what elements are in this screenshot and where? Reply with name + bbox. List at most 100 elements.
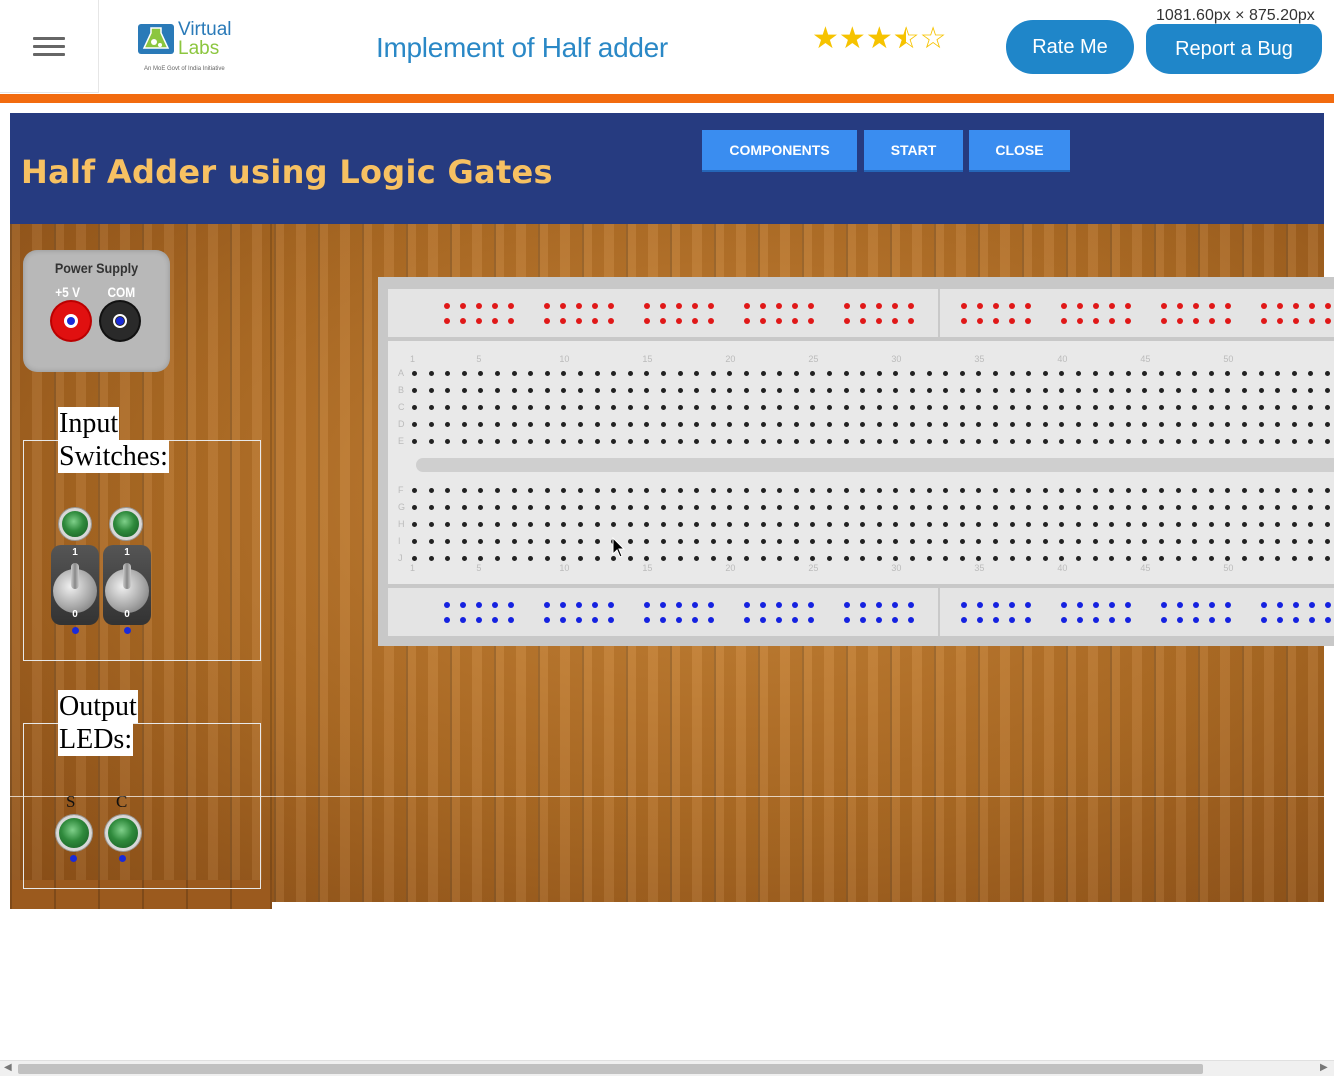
breadboard-hole[interactable] bbox=[910, 405, 915, 410]
breadboard-hole[interactable] bbox=[1225, 405, 1231, 410]
breadboard-hole[interactable] bbox=[1009, 405, 1015, 410]
breadboard-hole[interactable] bbox=[1092, 522, 1098, 527]
breadboard-hole[interactable] bbox=[1059, 371, 1065, 376]
breadboard-hole[interactable] bbox=[1092, 405, 1098, 410]
breadboard-hole[interactable] bbox=[661, 522, 666, 527]
input-switch-b[interactable]: 1 0 bbox=[103, 545, 151, 625]
breadboard-hole[interactable] bbox=[412, 522, 417, 527]
breadboard-hole[interactable] bbox=[1009, 505, 1015, 510]
breadboard-hole[interactable] bbox=[412, 439, 417, 444]
rail-hole[interactable] bbox=[1225, 303, 1231, 309]
breadboard-hole[interactable] bbox=[777, 439, 783, 444]
breadboard-hole[interactable] bbox=[1076, 422, 1081, 427]
rail-hole[interactable] bbox=[544, 617, 550, 623]
breadboard-hole[interactable] bbox=[876, 388, 882, 393]
breadboard-hole[interactable] bbox=[793, 488, 799, 493]
breadboard-hole[interactable] bbox=[893, 422, 899, 427]
rail-hole[interactable] bbox=[1261, 617, 1267, 623]
rail-hole[interactable] bbox=[1109, 617, 1115, 623]
breadboard-hole[interactable] bbox=[611, 405, 617, 410]
breadboard-hole[interactable] bbox=[544, 371, 550, 376]
breadboard-hole[interactable] bbox=[1192, 388, 1198, 393]
rail-hole[interactable] bbox=[776, 303, 782, 309]
breadboard-hole[interactable] bbox=[1125, 439, 1131, 444]
breadboard-hole[interactable] bbox=[561, 439, 567, 444]
breadboard-hole[interactable] bbox=[412, 371, 417, 376]
breadboard-hole[interactable] bbox=[561, 371, 567, 376]
input-switch-a[interactable]: 1 0 bbox=[51, 545, 99, 625]
breadboard-hole[interactable] bbox=[461, 539, 467, 544]
breadboard-hole[interactable] bbox=[594, 439, 600, 444]
rail-hole[interactable] bbox=[508, 602, 514, 608]
breadboard-hole[interactable] bbox=[1009, 522, 1015, 527]
rail-hole[interactable] bbox=[993, 318, 999, 324]
breadboard-hole[interactable] bbox=[1175, 405, 1181, 410]
star-empty-icon[interactable]: ☆ bbox=[920, 24, 947, 54]
rail-hole[interactable] bbox=[1125, 617, 1131, 623]
breadboard-hole[interactable] bbox=[544, 422, 550, 427]
breadboard-hole[interactable] bbox=[1026, 539, 1032, 544]
rail-hole[interactable] bbox=[476, 303, 482, 309]
breadboard-hole[interactable] bbox=[495, 405, 500, 410]
rail-hole[interactable] bbox=[744, 318, 750, 324]
breadboard-hole[interactable] bbox=[1042, 505, 1048, 510]
start-button[interactable]: START bbox=[864, 130, 963, 172]
breadboard-hole[interactable] bbox=[1242, 439, 1247, 444]
breadboard-hole[interactable] bbox=[1076, 405, 1081, 410]
rail-hole[interactable] bbox=[808, 318, 814, 324]
breadboard-hole[interactable] bbox=[893, 522, 899, 527]
breadboard-hole[interactable] bbox=[1009, 388, 1015, 393]
breadboard-hole[interactable] bbox=[976, 439, 982, 444]
breadboard-hole[interactable] bbox=[644, 439, 650, 444]
breadboard-hole[interactable] bbox=[893, 371, 899, 376]
rail-hole[interactable] bbox=[608, 318, 614, 324]
breadboard-hole[interactable] bbox=[1092, 505, 1098, 510]
breadboard-hole[interactable] bbox=[544, 388, 550, 393]
breadboard-hole[interactable] bbox=[412, 405, 417, 410]
rail-hole[interactable] bbox=[576, 318, 582, 324]
breadboard-hole[interactable] bbox=[710, 405, 716, 410]
breadboard-hole[interactable] bbox=[910, 371, 915, 376]
breadboard-hole[interactable] bbox=[611, 505, 617, 510]
rail-hole[interactable] bbox=[792, 617, 798, 623]
breadboard-hole[interactable] bbox=[910, 522, 915, 527]
breadboard-hole[interactable] bbox=[993, 405, 998, 410]
breadboard-hole[interactable] bbox=[1275, 422, 1281, 427]
breadboard-hole[interactable] bbox=[860, 539, 866, 544]
breadboard-hole[interactable] bbox=[1159, 539, 1164, 544]
breadboard-hole[interactable] bbox=[1291, 539, 1297, 544]
breadboard-hole[interactable] bbox=[810, 439, 816, 444]
breadboard-hole[interactable] bbox=[677, 422, 683, 427]
breadboard-hole[interactable] bbox=[727, 388, 733, 393]
breadboard-hole[interactable] bbox=[893, 539, 899, 544]
breadboard-hole[interactable] bbox=[860, 439, 866, 444]
breadboard-hole[interactable] bbox=[561, 488, 567, 493]
breadboard-hole[interactable] bbox=[1308, 522, 1314, 527]
breadboard-hole[interactable] bbox=[428, 539, 434, 544]
breadboard-hole[interactable] bbox=[1026, 405, 1032, 410]
breadboard-hole[interactable] bbox=[959, 388, 965, 393]
rail-hole[interactable] bbox=[1209, 617, 1215, 623]
breadboard-hole[interactable] bbox=[478, 439, 484, 444]
breadboard-hole[interactable] bbox=[1242, 522, 1247, 527]
breadboard-hole[interactable] bbox=[760, 422, 766, 427]
com-terminal[interactable] bbox=[101, 302, 139, 340]
breadboard-hole[interactable] bbox=[760, 439, 766, 444]
breadboard-hole[interactable] bbox=[710, 522, 716, 527]
breadboard-hole[interactable] bbox=[511, 388, 517, 393]
rail-hole[interactable] bbox=[760, 303, 766, 309]
breadboard-hole[interactable] bbox=[1208, 439, 1214, 444]
rail-hole[interactable] bbox=[760, 318, 766, 324]
breadboard-hole[interactable] bbox=[1291, 439, 1297, 444]
rail-hole[interactable] bbox=[977, 617, 983, 623]
breadboard-hole[interactable] bbox=[428, 505, 434, 510]
breadboard-hole[interactable] bbox=[1076, 539, 1081, 544]
breadboard-hole[interactable] bbox=[1242, 388, 1247, 393]
breadboard-hole[interactable] bbox=[677, 405, 683, 410]
breadboard-hole[interactable] bbox=[445, 371, 451, 376]
breadboard-hole[interactable] bbox=[495, 505, 500, 510]
breadboard-hole[interactable] bbox=[561, 388, 567, 393]
breadboard-hole[interactable] bbox=[1076, 522, 1081, 527]
breadboard-hole[interactable] bbox=[1125, 405, 1131, 410]
rail-hole[interactable] bbox=[744, 617, 750, 623]
